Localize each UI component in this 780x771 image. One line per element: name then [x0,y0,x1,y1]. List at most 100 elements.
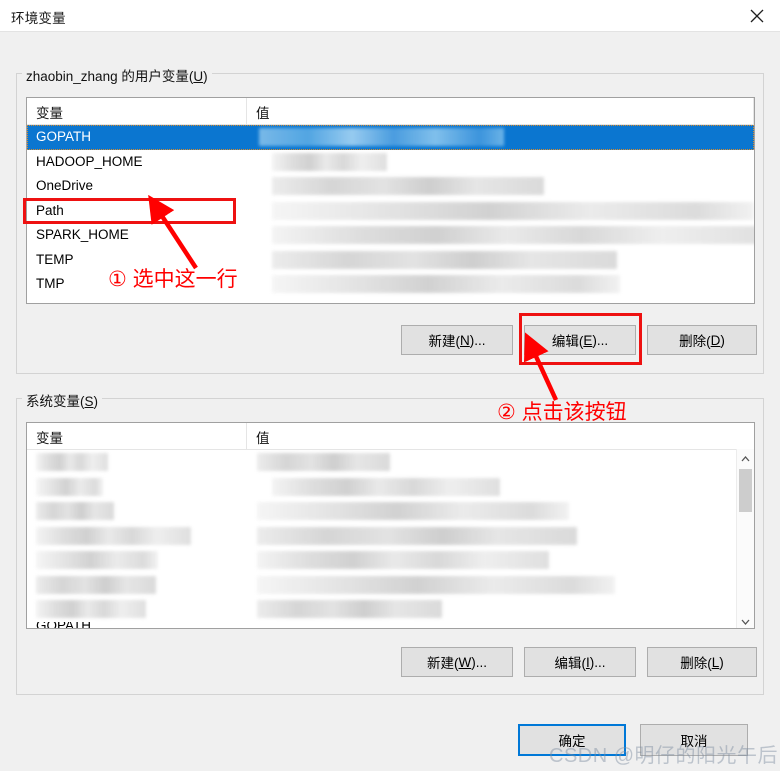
system-list-header: 变量 值 [27,423,754,450]
system-new-button[interactable]: 新建(W)... [401,647,513,677]
censored-value [257,453,390,471]
system-variables-legend: 系统变量(S) [22,390,103,410]
sys-new-accel: W [458,654,472,670]
censored-value [257,551,549,569]
table-row[interactable]: GOPATH [27,621,754,629]
table-row[interactable]: HADOOP_HOME [27,150,754,175]
variable-name: GOPATH [36,621,92,629]
sys-legend-accel: S [84,394,94,409]
censored-value [272,477,500,496]
sys-delete-label-prefix: 删除( [680,656,712,671]
sys-new-label-prefix: 新建( [427,656,459,671]
user-column-header-variable[interactable]: 变量 [36,102,63,122]
user-edit-accel: E [583,332,593,348]
user-new-accel: N [460,332,470,348]
cancel-button[interactable]: 取消 [640,724,748,756]
variable-name: OneDrive [36,178,94,193]
variable-name: TEMP [36,251,74,267]
system-edit-button[interactable]: 编辑(I)... [524,647,636,677]
title-bar: 环境变量 [0,0,780,32]
user-delete-label-prefix: 删除( [679,334,711,349]
table-row[interactable] [27,573,754,598]
censored-value [272,177,544,195]
user-delete-label-suffix: ) [720,332,725,348]
table-row[interactable] [27,548,754,573]
scroll-up-button[interactable] [737,449,754,466]
censored-value [259,128,504,146]
censored-name [36,551,158,569]
user-column-header-value[interactable]: 值 [256,102,270,122]
user-legend-accel: U [193,69,204,84]
censored-name [36,600,146,618]
user-variables-legend: zhaobin_zhang 的用户变量(U) [22,65,212,85]
column-divider[interactable] [246,423,247,449]
censored-value [257,502,569,520]
table-row[interactable]: OneDrive [27,174,754,199]
user-delete-button[interactable]: 删除(D) [647,325,757,355]
environment-variables-dialog: 环境变量 zhaobin_zhang 的用户变量(U) 变量 值 GOPATH [0,0,780,771]
table-row[interactable] [27,499,754,524]
close-icon [750,9,764,23]
window-title: 环境变量 [11,11,66,26]
censored-value [257,575,615,594]
close-button[interactable] [734,0,780,31]
system-column-header-value[interactable]: 值 [256,427,270,447]
table-row[interactable]: TEMP [27,248,754,273]
chevron-up-icon [741,450,750,465]
censored-value [272,250,617,269]
variable-name: SPARK_HOME [36,227,129,242]
censored-value [272,152,387,171]
user-edit-label-prefix: 编辑( [551,334,584,349]
censored-name [36,502,114,520]
censored-value [272,201,754,220]
censored-value [272,226,754,244]
system-variables-list[interactable]: 变量 值 GOPATH [26,422,755,629]
user-edit-button[interactable]: 编辑(E)... [524,325,636,355]
sys-legend-prefix: 系统变量( [26,394,85,409]
scroll-down-button[interactable] [737,612,754,628]
table-row[interactable] [27,475,754,500]
user-edit-label-suffix: )... [592,332,609,348]
table-row[interactable] [27,450,754,475]
censored-value [257,600,442,618]
chevron-down-icon [741,613,750,628]
censored-value [257,526,577,545]
system-list-body: GOPATH [27,450,754,629]
sys-delete-label-suffix: ) [719,654,724,670]
ok-button[interactable]: 确定 [518,724,626,756]
system-column-header-variable[interactable]: 变量 [36,427,63,447]
user-legend-suffix: ) [203,69,208,84]
censored-name [36,453,108,471]
variable-name: TMP [36,276,65,291]
column-divider[interactable] [246,98,247,124]
system-delete-button[interactable]: 删除(L) [647,647,757,677]
censored-name [36,575,156,594]
table-row[interactable]: Path [27,199,754,224]
censored-value [272,275,620,293]
user-new-label-suffix: )... [469,332,486,348]
user-list-header: 变量 值 [27,98,754,125]
table-row[interactable]: TMP [27,272,754,297]
system-list-scrollbar[interactable] [736,449,754,628]
sys-legend-suffix: ) [93,394,99,409]
sys-edit-label-prefix: 编辑( [554,656,586,671]
variable-name: HADOOP_HOME [36,153,143,169]
user-list-body: GOPATH HADOOP_HOME OneDrive Path SPARK_H… [27,125,754,303]
scrollbar-thumb[interactable] [739,469,752,512]
user-new-label-prefix: 新建( [428,334,461,349]
sys-new-label-suffix: )... [471,654,487,670]
table-row[interactable]: GOPATH [27,125,754,150]
sys-edit-label-suffix: )... [589,654,606,670]
table-row[interactable]: SPARK_HOME [27,223,754,248]
user-legend-prefix: zhaobin_zhang 的用户变量( [26,69,194,84]
user-delete-accel: D [710,332,721,348]
variable-name: Path [36,202,64,218]
variable-name: GOPATH [36,129,92,144]
user-variables-list[interactable]: 变量 值 GOPATH HADOOP_HOME OneDrive Path SP [26,97,755,304]
censored-name [36,477,103,496]
table-row[interactable] [27,524,754,549]
column-divider[interactable] [753,98,754,124]
table-row[interactable] [27,597,754,622]
user-new-button[interactable]: 新建(N)... [401,325,513,355]
sys-delete-accel: L [711,654,720,670]
